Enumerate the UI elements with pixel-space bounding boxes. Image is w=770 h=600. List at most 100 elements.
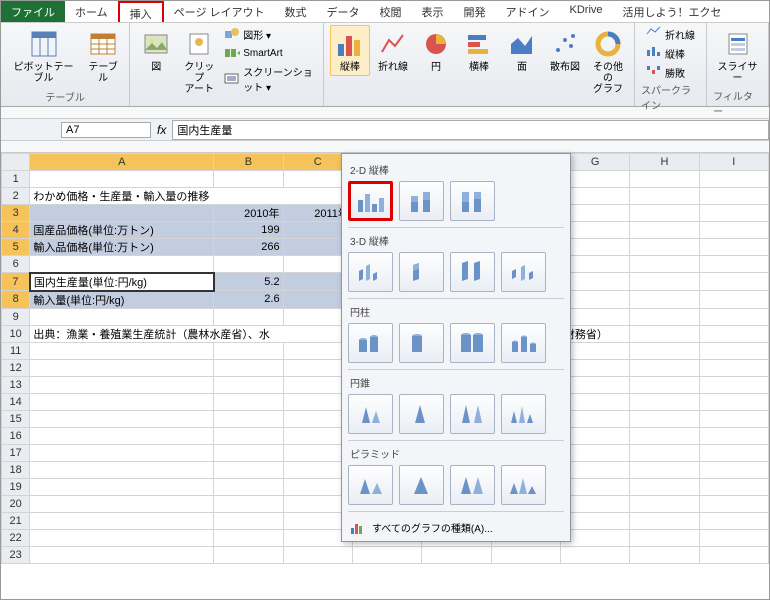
shapes-button[interactable]: 図形 ▾ — [222, 25, 317, 43]
bar-chart-icon — [463, 28, 495, 60]
table-label: テーブル — [87, 62, 119, 84]
chart-2d-clustered[interactable] — [348, 181, 393, 221]
chart-3d-stacked[interactable] — [399, 252, 444, 292]
tab-pagelayout[interactable]: ページ レイアウト — [164, 1, 275, 22]
chart-3d-100stacked[interactable] — [450, 252, 495, 292]
chart-cone-4[interactable] — [501, 394, 546, 434]
tab-data[interactable]: データ — [317, 1, 370, 22]
sparkline-column[interactable]: 縦棒 — [644, 44, 697, 62]
chart-cyl-1[interactable] — [348, 323, 393, 363]
other-label: その他の グラフ — [592, 62, 624, 95]
chart-2d-stacked[interactable] — [399, 181, 444, 221]
tab-home[interactable]: ホーム — [65, 1, 118, 22]
clipart-button[interactable]: クリップ アート — [179, 25, 219, 98]
area-chart-button[interactable]: 面 — [502, 25, 542, 76]
chart-2d-100stacked[interactable] — [450, 181, 495, 221]
picture-button[interactable]: 図 — [136, 25, 176, 76]
screenshot-button[interactable]: スクリーンショット ▾ — [222, 63, 317, 95]
tab-insert[interactable]: 挿入 — [118, 1, 164, 22]
pivot-table-icon — [28, 28, 60, 60]
cell-A2[interactable]: わかめ価格・生産量・輸入量の推移 — [30, 188, 353, 205]
cell-A7[interactable]: 国内生産量(単位:円/kg) — [30, 273, 214, 291]
dd-pyr-title: ピラミッド — [350, 446, 564, 461]
group-sparklines: 折れ線 縦棒 勝敗 スパークライン — [635, 23, 707, 106]
chart-pyr-4[interactable] — [501, 465, 546, 505]
pivot-table-button[interactable]: ピボットテーブル — [7, 25, 80, 87]
tab-kdrive[interactable]: KDrive — [560, 1, 613, 22]
bar-chart-button[interactable]: 横棒 — [459, 25, 499, 76]
scatter-chart-icon — [549, 28, 581, 60]
col-I[interactable]: I — [699, 154, 768, 171]
cell-B8[interactable]: 2.6 — [214, 291, 283, 309]
chart-pyr-1[interactable] — [348, 465, 393, 505]
chart-cone-2[interactable] — [399, 394, 444, 434]
group-filter: スライサー フィルター — [707, 23, 769, 106]
area-label: 面 — [517, 62, 527, 73]
spark-wl-label: 勝敗 — [665, 65, 685, 80]
cell-A4[interactable]: 国産品価格(単位:万トン) — [30, 222, 214, 239]
tab-file[interactable]: ファイル — [1, 1, 65, 22]
other-chart-button[interactable]: その他の グラフ — [588, 25, 628, 98]
slicer-label: スライサー — [717, 62, 758, 84]
sparkline-winloss[interactable]: 勝敗 — [644, 63, 697, 81]
chart-cone-3[interactable] — [450, 394, 495, 434]
group-spark-label: スパークライン — [641, 81, 700, 114]
col-B[interactable]: B — [214, 154, 283, 171]
tab-developer[interactable]: 開発 — [454, 1, 496, 22]
fx-icon[interactable]: fx — [157, 123, 166, 137]
tab-extra[interactable]: 活用しよう！エクセ — [613, 1, 732, 22]
col-A[interactable]: A — [30, 154, 214, 171]
chart-cone-1[interactable] — [348, 394, 393, 434]
table-icon — [87, 28, 119, 60]
cell-A5[interactable]: 輸入品価格(単位:万トン) — [30, 239, 214, 256]
scatter-label: 散布図 — [550, 62, 580, 73]
col-H[interactable]: H — [630, 154, 699, 171]
chart-3d-clustered[interactable] — [348, 252, 393, 292]
slicer-button[interactable]: スライサー — [713, 25, 762, 87]
pie-label: 円 — [431, 62, 441, 73]
chart-pyr-3[interactable] — [450, 465, 495, 505]
select-all-corner[interactable] — [2, 154, 30, 171]
scatter-chart-button[interactable]: 散布図 — [545, 25, 585, 76]
chart-pyr-2[interactable] — [399, 465, 444, 505]
dd-cone-title: 円錐 — [350, 375, 564, 390]
column-chart-button[interactable]: 縦棒 — [330, 25, 370, 76]
line-chart-icon — [377, 28, 409, 60]
all-charts-label: すべてのグラフの種類(A)... — [372, 520, 493, 535]
slicer-icon — [722, 28, 754, 60]
tab-addins[interactable]: アドイン — [496, 1, 560, 22]
screenshot-icon — [224, 71, 240, 87]
formula-bar[interactable]: 国内生産量 — [172, 120, 769, 140]
cell-B3[interactable]: 2010年 — [214, 205, 283, 222]
spark-line-icon — [646, 26, 662, 42]
chart-cyl-2[interactable] — [399, 323, 444, 363]
tab-formulas[interactable]: 数式 — [275, 1, 317, 22]
sparkline-line[interactable]: 折れ線 — [644, 25, 697, 43]
smartart-button[interactable]: SmartArt — [222, 44, 317, 62]
cell-A3[interactable] — [30, 205, 214, 222]
dd-cyl-title: 円柱 — [350, 304, 564, 319]
ribbon: ピボットテーブル テーブル テーブル 図 クリップ アート 図形 ▾ Smart… — [1, 23, 769, 107]
smartart-label: SmartArt — [243, 48, 282, 59]
cell-B5[interactable]: 266 — [214, 239, 283, 256]
name-box[interactable]: A7 — [61, 122, 151, 138]
chart-cyl-3[interactable] — [450, 323, 495, 363]
group-charts: 縦棒 折れ線 円 横棒 面 散布図 その他の グラフ — [324, 23, 635, 106]
all-chart-types[interactable]: すべてのグラフの種類(A)... — [348, 517, 564, 537]
line-chart-button[interactable]: 折れ線 — [373, 25, 413, 76]
chart-3d-column[interactable] — [501, 252, 546, 292]
cell-B7[interactable]: 5.2 — [214, 273, 283, 291]
smartart-icon — [224, 45, 240, 61]
clipart-label: クリップ アート — [183, 62, 215, 95]
chart-cyl-4[interactable] — [501, 323, 546, 363]
spark-wl-icon — [646, 64, 662, 80]
cell-A8[interactable]: 輸入量(単位:円/kg) — [30, 291, 214, 309]
dd-2d-title: 2-D 縦棒 — [350, 162, 564, 177]
pie-chart-button[interactable]: 円 — [416, 25, 456, 76]
tab-view[interactable]: 表示 — [412, 1, 454, 22]
cell-B4[interactable]: 199 — [214, 222, 283, 239]
group-illustrations: 図 クリップ アート 図形 ▾ SmartArt スクリーンショット ▾ — [130, 23, 324, 106]
line-label: 折れ線 — [378, 62, 408, 73]
tab-review[interactable]: 校閲 — [370, 1, 412, 22]
table-button[interactable]: テーブル — [83, 25, 123, 87]
